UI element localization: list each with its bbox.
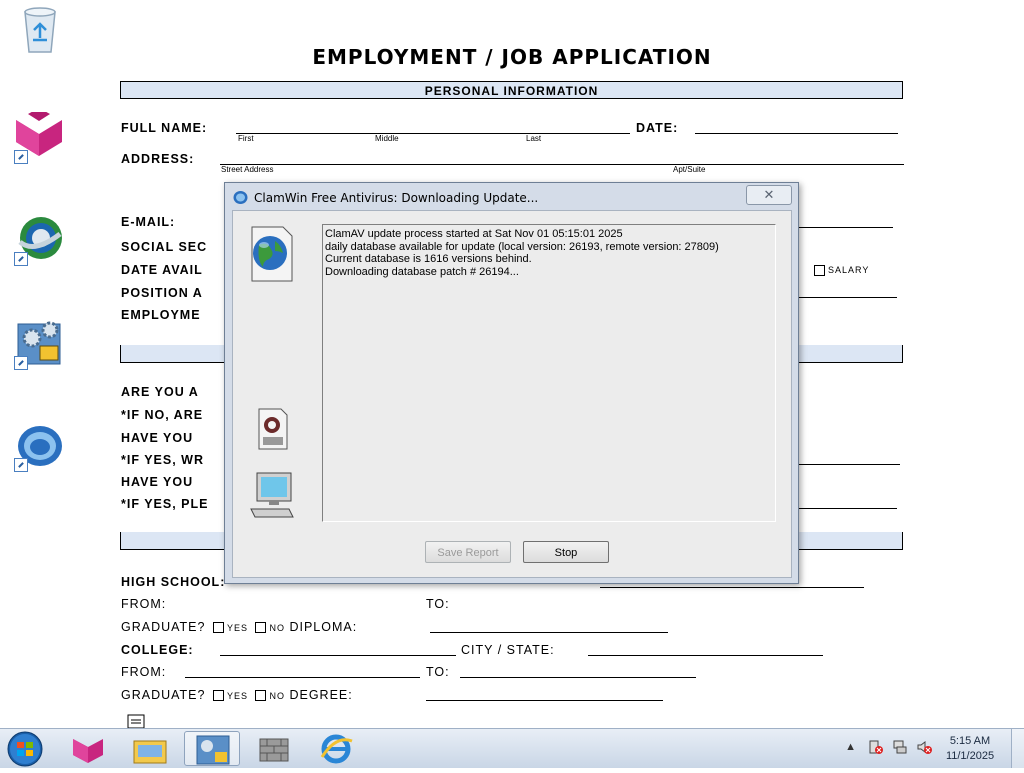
address-label: ADDRESS: [121,152,195,166]
from-label-2: FROM: [121,665,167,679]
from-label-1: FROM: [121,597,167,611]
first-sublabel: First [238,134,254,143]
full-name-line[interactable] [236,133,630,134]
middle-sublabel: Middle [375,134,399,143]
log-line: daily database available for update (loc… [325,240,719,253]
if-yes-write-label: *IF YES, WR [121,453,205,467]
salary-label: SALARY [828,265,870,275]
graduate-row-1: GRADUATE? YES NO DIPLOMA: [121,620,357,634]
clamwin-update-dialog: ClamWin Free Antivirus: Downloading Upda… [224,182,799,584]
if-yes-line-right[interactable] [798,464,900,465]
position-label: POSITION A [121,286,203,300]
if-no-label: *IF NO, ARE [121,408,204,422]
volume-muted-icon[interactable] [916,739,932,760]
address-line[interactable] [220,164,904,165]
street-address-sublabel: Street Address [221,165,274,174]
diploma-label: DIPLOMA: [289,620,358,634]
position-line-right[interactable] [798,297,897,298]
from-line-2[interactable] [185,677,420,678]
section-header-personal: PERSONAL INFORMATION [120,81,903,99]
log-line: Current database is 1616 versions behind… [325,253,532,265]
network-icon[interactable] [892,739,908,760]
yes-checkbox-2[interactable] [212,690,224,702]
no-checkbox-1[interactable] [255,622,267,634]
show-hidden-icons-button[interactable]: ▲ [845,741,856,753]
graduate-row-2: GRADUATE? YES NO DEGREE: [121,688,353,702]
have-you-label-1: HAVE YOU [121,431,194,445]
date-label: DATE: [636,121,679,135]
close-button[interactable]: ✕ [746,185,792,205]
document-icon[interactable] [127,714,149,729]
no-label-2: NO [269,691,285,701]
log-line: Downloading database patch # 26194... [325,265,519,278]
ssn-label: SOCIAL SEC [121,240,208,254]
update-log[interactable]: ClamAV update process started at Sat Nov… [322,224,776,522]
email-label: E-MAIL: [121,215,176,229]
no-checkbox-2[interactable] [255,690,267,702]
date-line[interactable] [695,133,898,134]
clamwin-title-icon [233,190,248,210]
last-sublabel: Last [526,134,542,143]
stop-button[interactable]: Stop [523,541,609,563]
globe-document-icon [249,225,295,288]
email-line-right[interactable] [798,227,893,228]
taskbar-explorer[interactable] [122,731,178,766]
system-clock[interactable]: 5:15 AM 11/1/2025 [940,734,1000,764]
show-desktop-button[interactable] [1011,729,1024,768]
to-label-1: TO: [426,597,450,611]
taskbar-firewall[interactable] [246,731,302,766]
to-line-2[interactable] [460,677,696,678]
taskbar-app-magenta[interactable] [60,731,116,766]
degree-line[interactable] [426,700,663,701]
college-label: COLLEGE: [121,643,194,657]
document-title: EMPLOYMENT / JOB APPLICATION [312,45,712,69]
are-you-label: ARE YOU A [121,385,199,399]
salary-option[interactable]: SALARY [811,265,870,277]
start-button[interactable] [5,730,45,768]
log-line: ClamAV update process started at Sat Nov… [325,228,623,240]
to-label-2: TO: [426,665,450,679]
graduate-label-1: GRADUATE? [121,620,206,634]
if-yes-please-line-right[interactable] [798,508,897,509]
action-center-alert-icon[interactable] [868,739,884,760]
city-state-label: CITY / STATE: [461,643,555,657]
diploma-line[interactable] [430,632,668,633]
date-available-label: DATE AVAIL [121,263,203,277]
taskbar: ▲ 5:15 AM 11/1/2025 [0,728,1024,768]
yes-checkbox-1[interactable] [212,622,224,634]
yes-label-1: YES [226,623,248,633]
if-yes-please-label: *IF YES, PLE [121,497,209,511]
yes-label-2: YES [226,691,248,701]
settings-document-icon [257,407,289,456]
salary-checkbox[interactable] [814,265,825,277]
apt-suite-sublabel: Apt/Suite [673,165,706,174]
degree-label: DEGREE: [289,688,353,702]
taskbar-clamwin[interactable] [184,731,240,766]
computer-icon [249,471,295,526]
section-header-label: PERSONAL INFORMATION [424,84,599,98]
graduate-label-2: GRADUATE? [121,688,206,702]
save-report-button[interactable]: Save Report [425,541,511,563]
high-school-label: HIGH SCHOOL: [121,575,226,589]
dialog-body: ClamAV update process started at Sat Nov… [232,210,792,578]
employment-label: EMPLOYME [121,308,201,322]
clock-date: 11/1/2025 [945,750,995,762]
no-label-1: NO [269,623,285,633]
close-icon: ✕ [763,187,775,202]
high-school-line-right[interactable] [600,587,864,588]
full-name-label: FULL NAME: [121,121,208,135]
city-state-line[interactable] [588,655,823,656]
clock-time: 5:15 AM [949,735,991,747]
college-line[interactable] [220,655,456,656]
taskbar-internet-explorer[interactable] [308,731,364,766]
dialog-title: ClamWin Free Antivirus: Downloading Upda… [254,191,539,205]
have-you-label-2: HAVE YOU [121,475,194,489]
